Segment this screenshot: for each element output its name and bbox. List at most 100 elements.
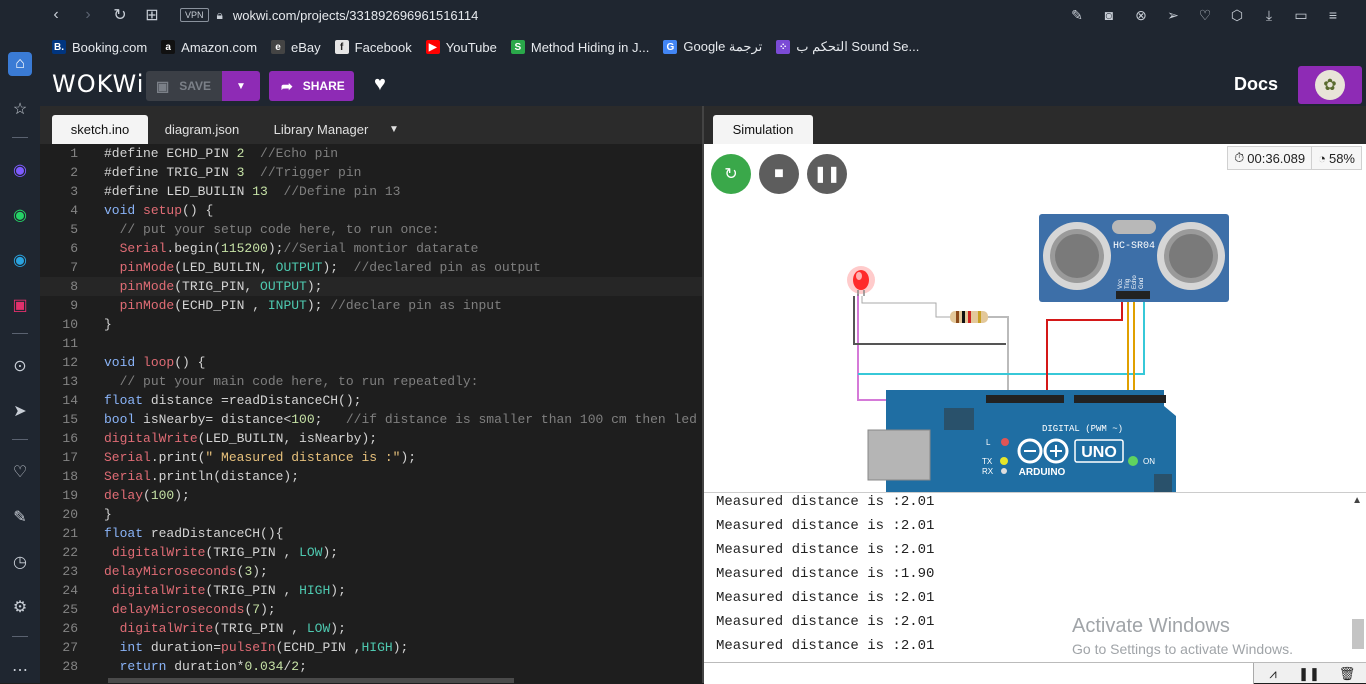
telegram-icon[interactable]: ◉ <box>8 248 32 272</box>
serial-scrollbar[interactable] <box>1352 619 1364 649</box>
history-icon[interactable]: ◷ <box>8 550 32 574</box>
bookmark-item[interactable]: f Facebook <box>334 40 412 55</box>
digital-label: DIGITAL (PWM ~) <box>1042 424 1123 434</box>
instagram-icon[interactable]: ▣ <box>8 293 32 317</box>
save-dropdown-button[interactable]: ▼ <box>222 71 260 101</box>
plotter-chart-icon[interactable]: ⩘ <box>1260 664 1286 684</box>
speed-dial-icon[interactable]: ☆ <box>8 97 32 121</box>
download-icon[interactable]: ⤓ <box>1260 6 1278 24</box>
bookmark-item[interactable]: G Google ترجمة <box>663 39 762 55</box>
restart-button[interactable]: ↻ <box>711 154 751 194</box>
tab-simulation[interactable]: Simulation <box>713 115 813 144</box>
docs-link[interactable]: Docs <box>1234 74 1278 95</box>
code-line[interactable]: 10} <box>40 315 704 334</box>
bookmark-item[interactable]: ⁘ التحكم ب Sound Se... <box>776 39 919 55</box>
settings-gear-icon[interactable]: ⚙ <box>8 595 32 619</box>
simulation-canvas[interactable]: HC-SR04 Vcc Trig Echo Gnd DIGITAL (PWM ~) L… <box>704 144 1366 492</box>
player-icon[interactable]: ⊙ <box>8 354 32 378</box>
clear-trash-icon[interactable]: 🗑︎ <box>1334 664 1360 684</box>
pencil-icon[interactable]: ✎ <box>1068 6 1086 24</box>
bookmark-item[interactable]: S Method Hiding in J... <box>510 40 649 55</box>
share-button[interactable]: ➦ SHARE <box>269 71 354 101</box>
code-line[interactable]: 23 delayMicroseconds(3); <box>40 562 704 581</box>
pause-serial-icon[interactable]: ❚❚ <box>1296 664 1322 684</box>
bookmarks-heart-icon[interactable]: ♡ <box>8 460 32 484</box>
bookmark-item[interactable]: B. Booking.com <box>52 40 147 55</box>
wokwi-logo[interactable]: WOKWi <box>52 70 144 98</box>
tab-sketch-ino[interactable]: sketch.ino <box>52 115 148 144</box>
hc-sr04-sensor[interactable]: HC-SR04 Vcc Trig Echo Gnd <box>1039 214 1229 302</box>
serial-monitor[interactable]: ▲ Activate Windows Go to Settings to act… <box>704 492 1366 662</box>
code-line[interactable]: 12 void loop() { <box>40 353 704 372</box>
code-line[interactable]: 15 bool isNearby= distance<100; //if dist… <box>40 410 704 429</box>
forward-icon[interactable]: › <box>72 0 104 30</box>
editor-horizontal-scrollbar[interactable] <box>108 678 514 683</box>
cube-icon[interactable]: ⬡ <box>1228 6 1246 24</box>
red-led[interactable] <box>847 266 875 296</box>
code-line[interactable]: 8 pinMode(TRIG_PIN, OUTPUT); <box>40 277 704 296</box>
user-menu-button[interactable]: ✿ <box>1298 66 1362 104</box>
vpn-badge[interactable]: VPN <box>180 8 209 22</box>
scroll-up-icon[interactable]: ▲ <box>1352 495 1362 506</box>
tab-diagram-json[interactable]: diagram.json <box>154 115 250 144</box>
code-text: delayMicroseconds(7); <box>111 602 276 617</box>
send-icon[interactable]: ➤ <box>8 399 32 423</box>
menu-icon[interactable]: ≡ <box>1324 6 1342 24</box>
code-line[interactable]: 6 Serial.begin(115200);//Serial montior … <box>40 239 704 258</box>
simulation-stats: ⏱ 00:36.089 ◔ 58% <box>1227 146 1362 170</box>
code-line[interactable]: 3 #define LED_BUILIN 13 //Define pin 13 <box>40 182 704 201</box>
code-line[interactable]: 26 digitalWrite(TRIG_PIN , LOW); <box>40 619 704 638</box>
code-line[interactable]: 4 void setup() { <box>40 201 704 220</box>
code-line[interactable]: 28 return duration*0.034/2; <box>40 657 704 676</box>
code-line[interactable]: 20} <box>40 505 704 524</box>
code-line[interactable]: 25 delayMicroseconds(7); <box>40 600 704 619</box>
code-line[interactable]: 14 float distance =readDistanceCH(); <box>40 391 704 410</box>
lock-icon[interactable]: 🔒︎ <box>217 8 223 23</box>
reload-icon[interactable]: ↻ <box>104 0 136 30</box>
code-line[interactable]: 24 digitalWrite(TRIG_PIN , HIGH); <box>40 581 704 600</box>
bookmark-item[interactable]: a Amazon.com <box>161 40 257 55</box>
code-line[interactable]: 1 #define ECHD_PIN 2 //Echo pin <box>40 144 704 163</box>
camera-icon[interactable]: ◙ <box>1100 6 1118 24</box>
serial-input[interactable] <box>704 663 1254 684</box>
tabs-grid-icon[interactable]: ⊞ <box>136 0 168 30</box>
tab-menu-caret-icon[interactable]: ▼ <box>384 115 404 144</box>
code-line[interactable]: 9 pinMode(ECHD_PIN , INPUT); //declare p… <box>40 296 704 315</box>
bookmark-item[interactable]: e eBay <box>271 40 321 55</box>
code-line[interactable]: 5 // put your setup code here, to run on… <box>40 220 704 239</box>
home-icon[interactable]: ⌂ <box>8 52 32 76</box>
url-field[interactable]: wokwi.com/projects/331892696961516114 <box>233 8 478 23</box>
arduino-uno-board[interactable]: DIGITAL (PWM ~) L TX RX ARDUINO UNO ON <box>867 390 1176 492</box>
code-line[interactable]: 2 #define TRIG_PIN 3 //Trigger pin <box>40 163 704 182</box>
like-heart-icon[interactable]: ♥ <box>374 73 386 96</box>
back-icon[interactable]: ‹ <box>40 0 72 30</box>
line-number: 9 <box>70 298 78 313</box>
code-line[interactable]: 27 int duration=pulseIn(ECHD_PIN ,HIGH); <box>40 638 704 657</box>
code-editor[interactable]: 1 #define ECHD_PIN 2 //Echo pin 2 #define T… <box>40 144 704 683</box>
pinboard-icon[interactable]: ✎ <box>8 505 32 529</box>
code-line[interactable]: 18 Serial.println(distance); <box>40 467 704 486</box>
battery-icon[interactable]: ▭ <box>1292 6 1310 24</box>
send-icon[interactable]: ➢ <box>1164 6 1182 24</box>
tab-library-manager[interactable]: Library Manager <box>262 115 380 144</box>
code-line[interactable]: 16 digitalWrite(LED_BUILIN, isNearby); <box>40 429 704 448</box>
pause-button[interactable]: ❚❚ <box>807 154 847 194</box>
code-line[interactable]: 11 <box>40 334 704 353</box>
code-line[interactable]: 17 Serial.print(" Measured distance is :"… <box>40 448 704 467</box>
code-line[interactable]: 7 pinMode(LED_BUILIN, OUTPUT); //declare… <box>40 258 704 277</box>
whatsapp-icon[interactable]: ◉ <box>8 203 32 227</box>
bookmark-label: YouTube <box>445 39 497 55</box>
code-line[interactable]: 19 delay(100); <box>40 486 704 505</box>
bookmark-label: التحكم ب Sound Se... <box>796 39 920 54</box>
code-line[interactable]: 13 // put your main code here, to run re… <box>40 372 704 391</box>
save-button[interactable]: ▣ SAVE <box>146 71 222 101</box>
code-line[interactable]: 22 digitalWrite(TRIG_PIN , LOW); <box>40 543 704 562</box>
code-line[interactable]: 21 float readDistanceCH(){ <box>40 524 704 543</box>
bookmark-item[interactable]: ▶ YouTube <box>425 39 497 55</box>
adblock-icon[interactable]: ⊗ <box>1132 6 1150 24</box>
resistor[interactable] <box>950 311 988 323</box>
messenger-icon[interactable]: ◉ <box>8 158 32 182</box>
more-icon[interactable]: ⋯ <box>8 658 32 682</box>
stop-button[interactable]: ■ <box>759 154 799 194</box>
heart-icon[interactable]: ♡ <box>1196 6 1214 24</box>
